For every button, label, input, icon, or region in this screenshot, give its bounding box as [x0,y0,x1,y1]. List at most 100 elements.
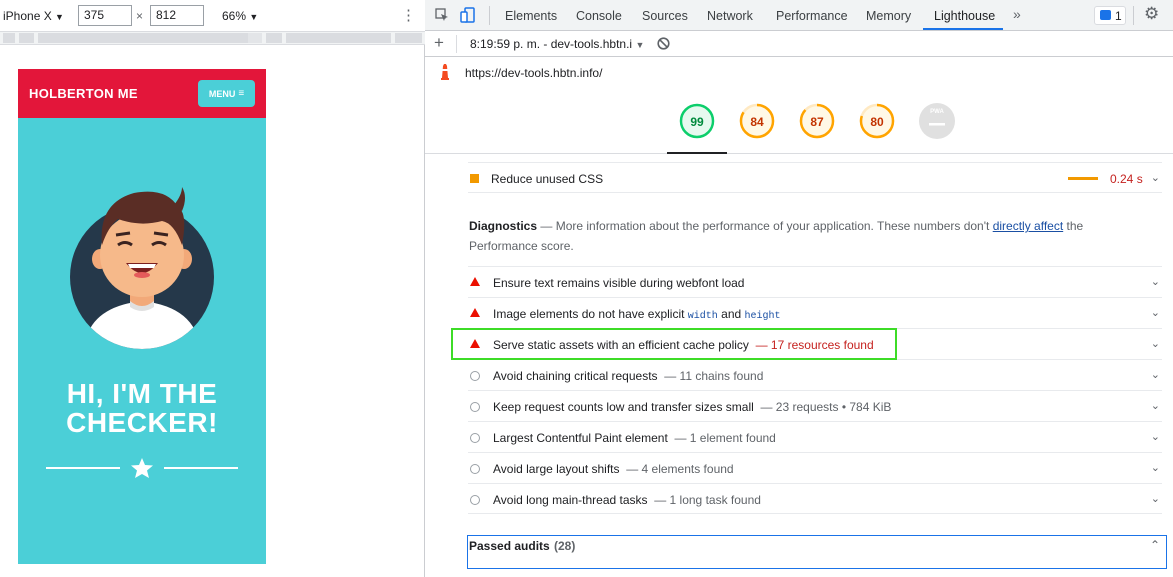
tab-performance[interactable]: Performance [776,9,848,23]
opportunity-title: Reduce unused CSS [491,172,604,186]
audit-row[interactable]: Ensure text remains visible during webfo… [468,266,1162,297]
audit-title-text: Avoid large layout shifts [493,462,620,476]
chevron-down-icon[interactable]: ⌄ [1151,399,1160,412]
site-navbar: HOLBERTON ME MENU ≡ [18,69,266,118]
audit-row[interactable]: Avoid long main-thread tasks — 1 long ta… [468,483,1162,514]
report-select[interactable]: 8:19:59 p. m. - dev-tools.hbtn.i ▼ [470,37,644,51]
directly-affect-link[interactable]: directly affect [993,219,1063,233]
gauge-score: 84 [750,115,764,129]
savings-bar [1068,177,1098,180]
savings-value: 0.24 s [1110,172,1143,186]
passed-audits-label: Passed audits [469,539,550,553]
active-tab-indicator [923,28,1003,30]
chevron-down-icon[interactable]: ⌄ [1151,171,1160,184]
passed-audits-group[interactable]: Passed audits (28) ⌃ [467,535,1167,569]
tab-elements[interactable]: Elements [505,9,557,23]
device-toolbar-icon[interactable] [460,7,476,23]
menu-label: MENU [208,88,236,99]
chevron-down-icon[interactable]: ⌄ [1151,492,1160,505]
dash: — [540,219,553,233]
diagnostics-heading: Diagnostics [469,219,538,233]
issues-count: 1 [1115,9,1122,23]
audit-title: Ensure text remains visible during webfo… [493,276,745,290]
inspect-element-icon[interactable] [435,8,449,22]
tab-memory[interactable]: Memory [866,9,911,23]
issues-badge[interactable]: 1 [1094,6,1126,25]
tab-sources[interactable]: Sources [642,9,688,23]
audit-title-and: and [721,307,742,321]
audit-title: Avoid chaining critical requests — 11 ch… [493,369,763,383]
audit-detail: — 1 element found [674,431,776,445]
width-input[interactable]: 375 [78,5,132,26]
divider-line [46,467,120,469]
audit-title-text: Largest Contentful Paint element [493,431,668,445]
gauge-score: 99 [690,115,704,129]
devtools-panel: Elements Console Sources Network Perform… [425,0,1173,577]
clear-icon[interactable] [657,37,670,50]
hero-title: HI, I'M THE CHECKER! [18,379,266,437]
score-gauges: 99 84 87 80 PWA [425,89,1173,154]
highlight-box [451,328,897,360]
media-query-ruler[interactable] [0,31,425,45]
diagnostics-line2: Performance score. [469,239,574,253]
audit-title-text: Avoid chaining critical requests [493,369,658,383]
diagnostics-text-after: the [1066,219,1084,233]
audit-list: Reduce unused CSS 0.24 s ⌄ Diagnostics —… [425,154,1173,577]
fail-triangle-icon [470,277,480,286]
hero-title-line2: CHECKER! [66,407,218,438]
info-circle-icon [470,371,480,381]
devtools-tabbar: Elements Console Sources Network Perform… [425,0,1173,31]
chevron-down-icon[interactable]: ⌄ [1151,337,1160,350]
audit-title-text: Image elements do not have explicit [493,307,685,321]
passed-audits-count: (28) [554,539,576,553]
chevron-down-icon[interactable]: ⌄ [1151,306,1160,319]
plus-icon[interactable]: + [434,33,444,53]
gauge-score: 80 [870,115,884,129]
audit-row[interactable]: Image elements do not have explicit widt… [468,297,1162,328]
chevron-down-icon[interactable]: ⌄ [1151,368,1160,381]
more-tabs-icon[interactable]: » [1013,6,1021,22]
chevron-down-icon: ▼ [55,12,64,22]
chevron-down-icon[interactable]: ⌄ [1151,461,1160,474]
device-pane: iPhone X ▼ 375 × 812 66% ▼ ⋮ HOLBERTON M… [0,0,425,577]
audit-detail: — 1 long task found [654,493,761,507]
report-url[interactable]: https://dev-tools.hbtn.info/ [465,66,602,80]
tab-console[interactable]: Console [576,9,622,23]
code-width: width [687,311,718,322]
report-label: 8:19:59 p. m. - dev-tools.hbtn.i [470,37,633,51]
audit-detail: — 11 chains found [664,369,764,383]
next-section [18,564,266,577]
url-bar: https://dev-tools.hbtn.info/ [425,57,1173,89]
height-input[interactable]: 812 [150,5,204,26]
audit-title: Avoid large layout shifts — 4 elements f… [493,462,734,476]
diagnostics-description: Diagnostics — More information about the… [469,216,1109,256]
chevron-down-icon[interactable]: ⌄ [1151,275,1160,288]
audit-title: Keep request counts low and transfer siz… [493,400,891,414]
audit-row[interactable]: Keep request counts low and transfer siz… [468,390,1162,421]
chevron-down-icon: ▼ [635,40,645,50]
tab-network[interactable]: Network [707,9,753,23]
chevron-down-icon[interactable]: ⌄ [1151,430,1160,443]
audit-title-text: Avoid long main-thread tasks [493,493,648,507]
audit-detail: — 4 elements found [626,462,734,476]
zoom-value: 66% [222,9,247,23]
chevron-down-icon: ▼ [249,12,259,22]
audit-row[interactable]: Avoid large layout shifts — 4 elements f… [468,452,1162,483]
audit-row[interactable]: Avoid chaining critical requests — 11 ch… [468,359,1162,390]
times-sign: × [136,9,144,23]
zoom-select[interactable]: 66% ▼ [222,9,258,23]
audit-row[interactable]: Largest Contentful Paint element — 1 ele… [468,421,1162,452]
device-name: iPhone X [3,9,52,23]
device-select[interactable]: iPhone X ▼ [3,9,64,23]
chevron-up-icon[interactable]: ⌃ [1150,538,1160,552]
opportunity-row[interactable]: Reduce unused CSS 0.24 s ⌄ [468,162,1162,193]
menu-button[interactable]: MENU ≡ [198,80,255,107]
tab-lighthouse[interactable]: Lighthouse [934,9,995,23]
info-circle-icon [470,495,480,505]
site-brand[interactable]: HOLBERTON ME [29,86,138,101]
audit-title-text: Keep request counts low and transfer siz… [493,400,754,414]
phone-viewport: HOLBERTON ME MENU ≡ HI, I'M THE CHECKER! [18,69,266,577]
more-options-icon[interactable]: ⋮ [401,6,416,24]
average-square-icon [470,174,479,183]
settings-gear-icon[interactable]: ⚙ [1144,4,1159,24]
